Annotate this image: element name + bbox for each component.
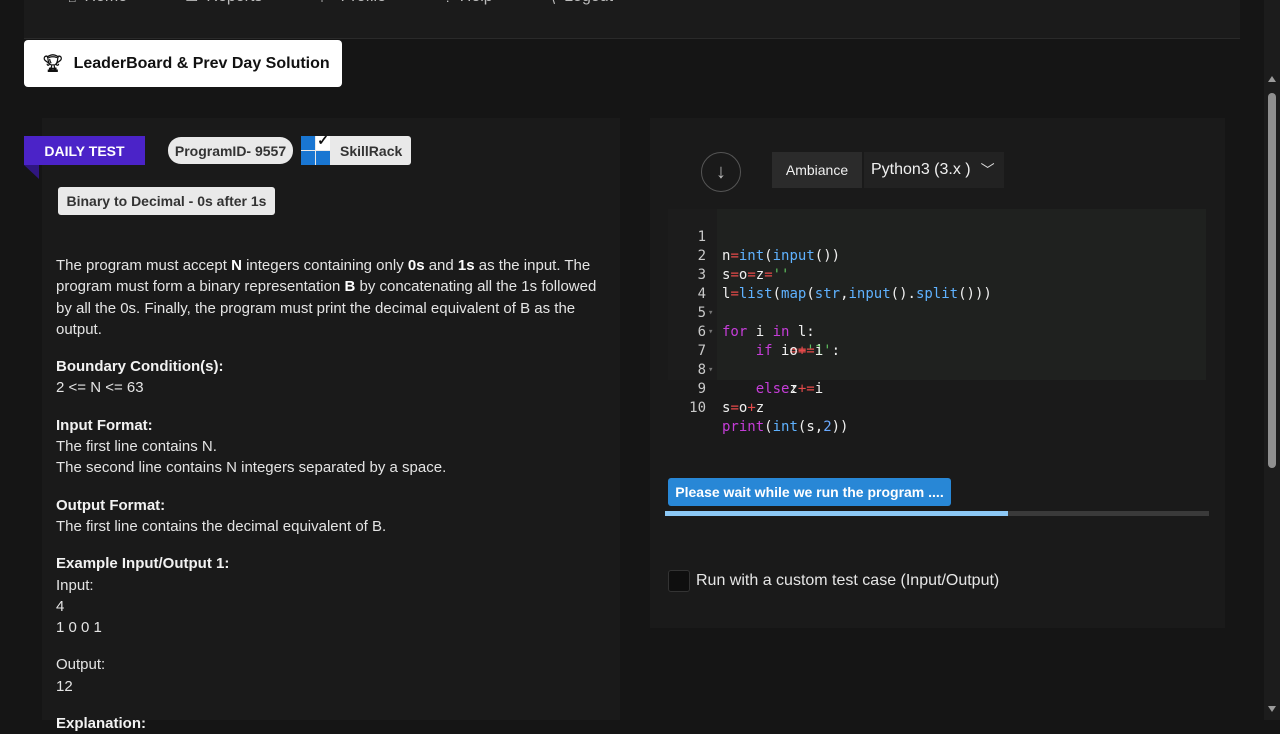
example-output-line1: 12 <box>56 677 73 695</box>
chevron-down-icon: ﹀ <box>980 162 995 178</box>
code-editor[interactable]: 1 n=int(input()) 2 s=o=z='' 3 l=list(map… <box>668 209 1206 435</box>
daily-test-ribbon: DAILY TEST <box>24 136 145 165</box>
fold-arrow-icon: ▾ <box>708 365 714 375</box>
nav-item-home[interactable]: ⌂ Home <box>24 0 145 6</box>
code-line: 8 z+=i <box>697 362 824 397</box>
code-line: 1 n=int(input()) <box>697 229 841 264</box>
nav-item-logout[interactable]: ⟨ Logout <box>511 0 631 6</box>
problem-description: The program must accept N integers conta… <box>56 255 606 734</box>
top-nav: ⌂ Home ▭ Reports ⊢ Profile? Help ⟨ Logout <box>24 0 1240 39</box>
nav-label: Help <box>460 0 493 6</box>
skillrack-badge: ✓ SkillRack <box>301 132 411 165</box>
code-line: 3 l=list(map(str,input().split())) <box>697 267 992 302</box>
boundary-text: 2 <= N <= 63 <box>56 379 144 397</box>
fold-arrow-icon: ▾ <box>708 327 714 337</box>
code-line: 2 s=o=z='' <box>697 248 790 283</box>
code-line: 5 ▾ if i=='1': <box>697 305 841 359</box>
output-format-heading: Output Format: <box>56 496 166 514</box>
run-progress-fill <box>665 511 1008 516</box>
code-line: 9 s=o+z <box>697 381 765 416</box>
fold-arrow-icon: ▾ <box>708 308 714 318</box>
nav-item-reports[interactable]: ▭ Reports <box>145 0 280 6</box>
example-output-label: Output: <box>56 656 106 674</box>
nav-label: Profile <box>341 0 386 6</box>
nav-label: Logout <box>564 0 613 6</box>
output-format-line1: The first line contains the decimal equi… <box>56 517 387 535</box>
ambiance-button[interactable]: Ambiance <box>772 152 862 188</box>
trophy-icon: 🏆︎ <box>42 53 64 73</box>
download-button[interactable]: ↓ <box>701 152 741 192</box>
program-id-badge: ProgramID- 9557 <box>168 137 293 164</box>
input-format-heading: Input Format: <box>56 416 153 434</box>
example-input-label: Input: <box>56 576 94 594</box>
run-status-banner: Please wait while we run the program ...… <box>668 478 951 506</box>
problem-title: Binary to Decimal - 0s after 1s <box>58 187 275 215</box>
boundary-heading: Boundary Condition(s): <box>56 358 224 376</box>
logout-icon: ⟨ <box>551 0 556 6</box>
brand-label: SkillRack <box>340 142 403 159</box>
explanation-heading: Explanation: <box>56 715 147 733</box>
custom-test-label: Run with a custom test case (Input/Outpu… <box>696 572 1000 589</box>
arrow-down-icon: ↓ <box>716 160 726 183</box>
page-scrollbar[interactable] <box>1264 0 1280 720</box>
skillrack-logo-icon: ✓ <box>301 132 330 165</box>
custom-test-checkbox[interactable] <box>668 570 690 592</box>
scroll-up-icon[interactable] <box>1268 76 1276 82</box>
scroll-down-icon[interactable] <box>1268 706 1276 712</box>
nav-item-help[interactable]: ? Help <box>404 0 511 6</box>
ribbon-fold <box>24 165 39 179</box>
code-line: 6 o+=i <box>697 324 824 359</box>
leaderboard-button[interactable]: 🏆︎ LeaderBoard & Prev Day Solution <box>24 40 342 87</box>
code-line: 4 ▾ for i in l: <box>697 286 815 340</box>
code-line: 10 print(int(s,2)) <box>689 400 849 435</box>
example-input-line2: 1 0 0 1 <box>56 619 102 637</box>
language-select[interactable]: Python3 (3.x ) ﹀ <box>864 152 1004 188</box>
problem-statement: The program must accept N integers conta… <box>56 257 597 338</box>
input-format-line1: The first line contains N. <box>56 438 217 456</box>
run-progress-bar <box>665 511 1209 516</box>
scroll-thumb[interactable] <box>1268 93 1276 468</box>
nav-item-profile[interactable]: ⊢ Profile <box>280 0 404 6</box>
leaderboard-label: LeaderBoard & Prev Day Solution <box>73 54 330 72</box>
language-value: Python3 (3.x ) <box>871 161 971 178</box>
example-heading: Example Input/Output 1: <box>56 555 230 573</box>
code-line: 7 ▾ else: <box>697 343 798 397</box>
reports-icon: ▭ <box>185 0 198 6</box>
input-format-line2: The second line contains N integers sepa… <box>56 459 447 477</box>
example-input-line1: 4 <box>56 597 65 615</box>
help-icon: ? <box>444 0 452 5</box>
nav-label: Home <box>84 0 127 6</box>
profile-icon: ⊢ <box>320 0 332 6</box>
home-icon: ⌂ <box>68 0 76 5</box>
nav-label: Reports <box>206 0 262 6</box>
